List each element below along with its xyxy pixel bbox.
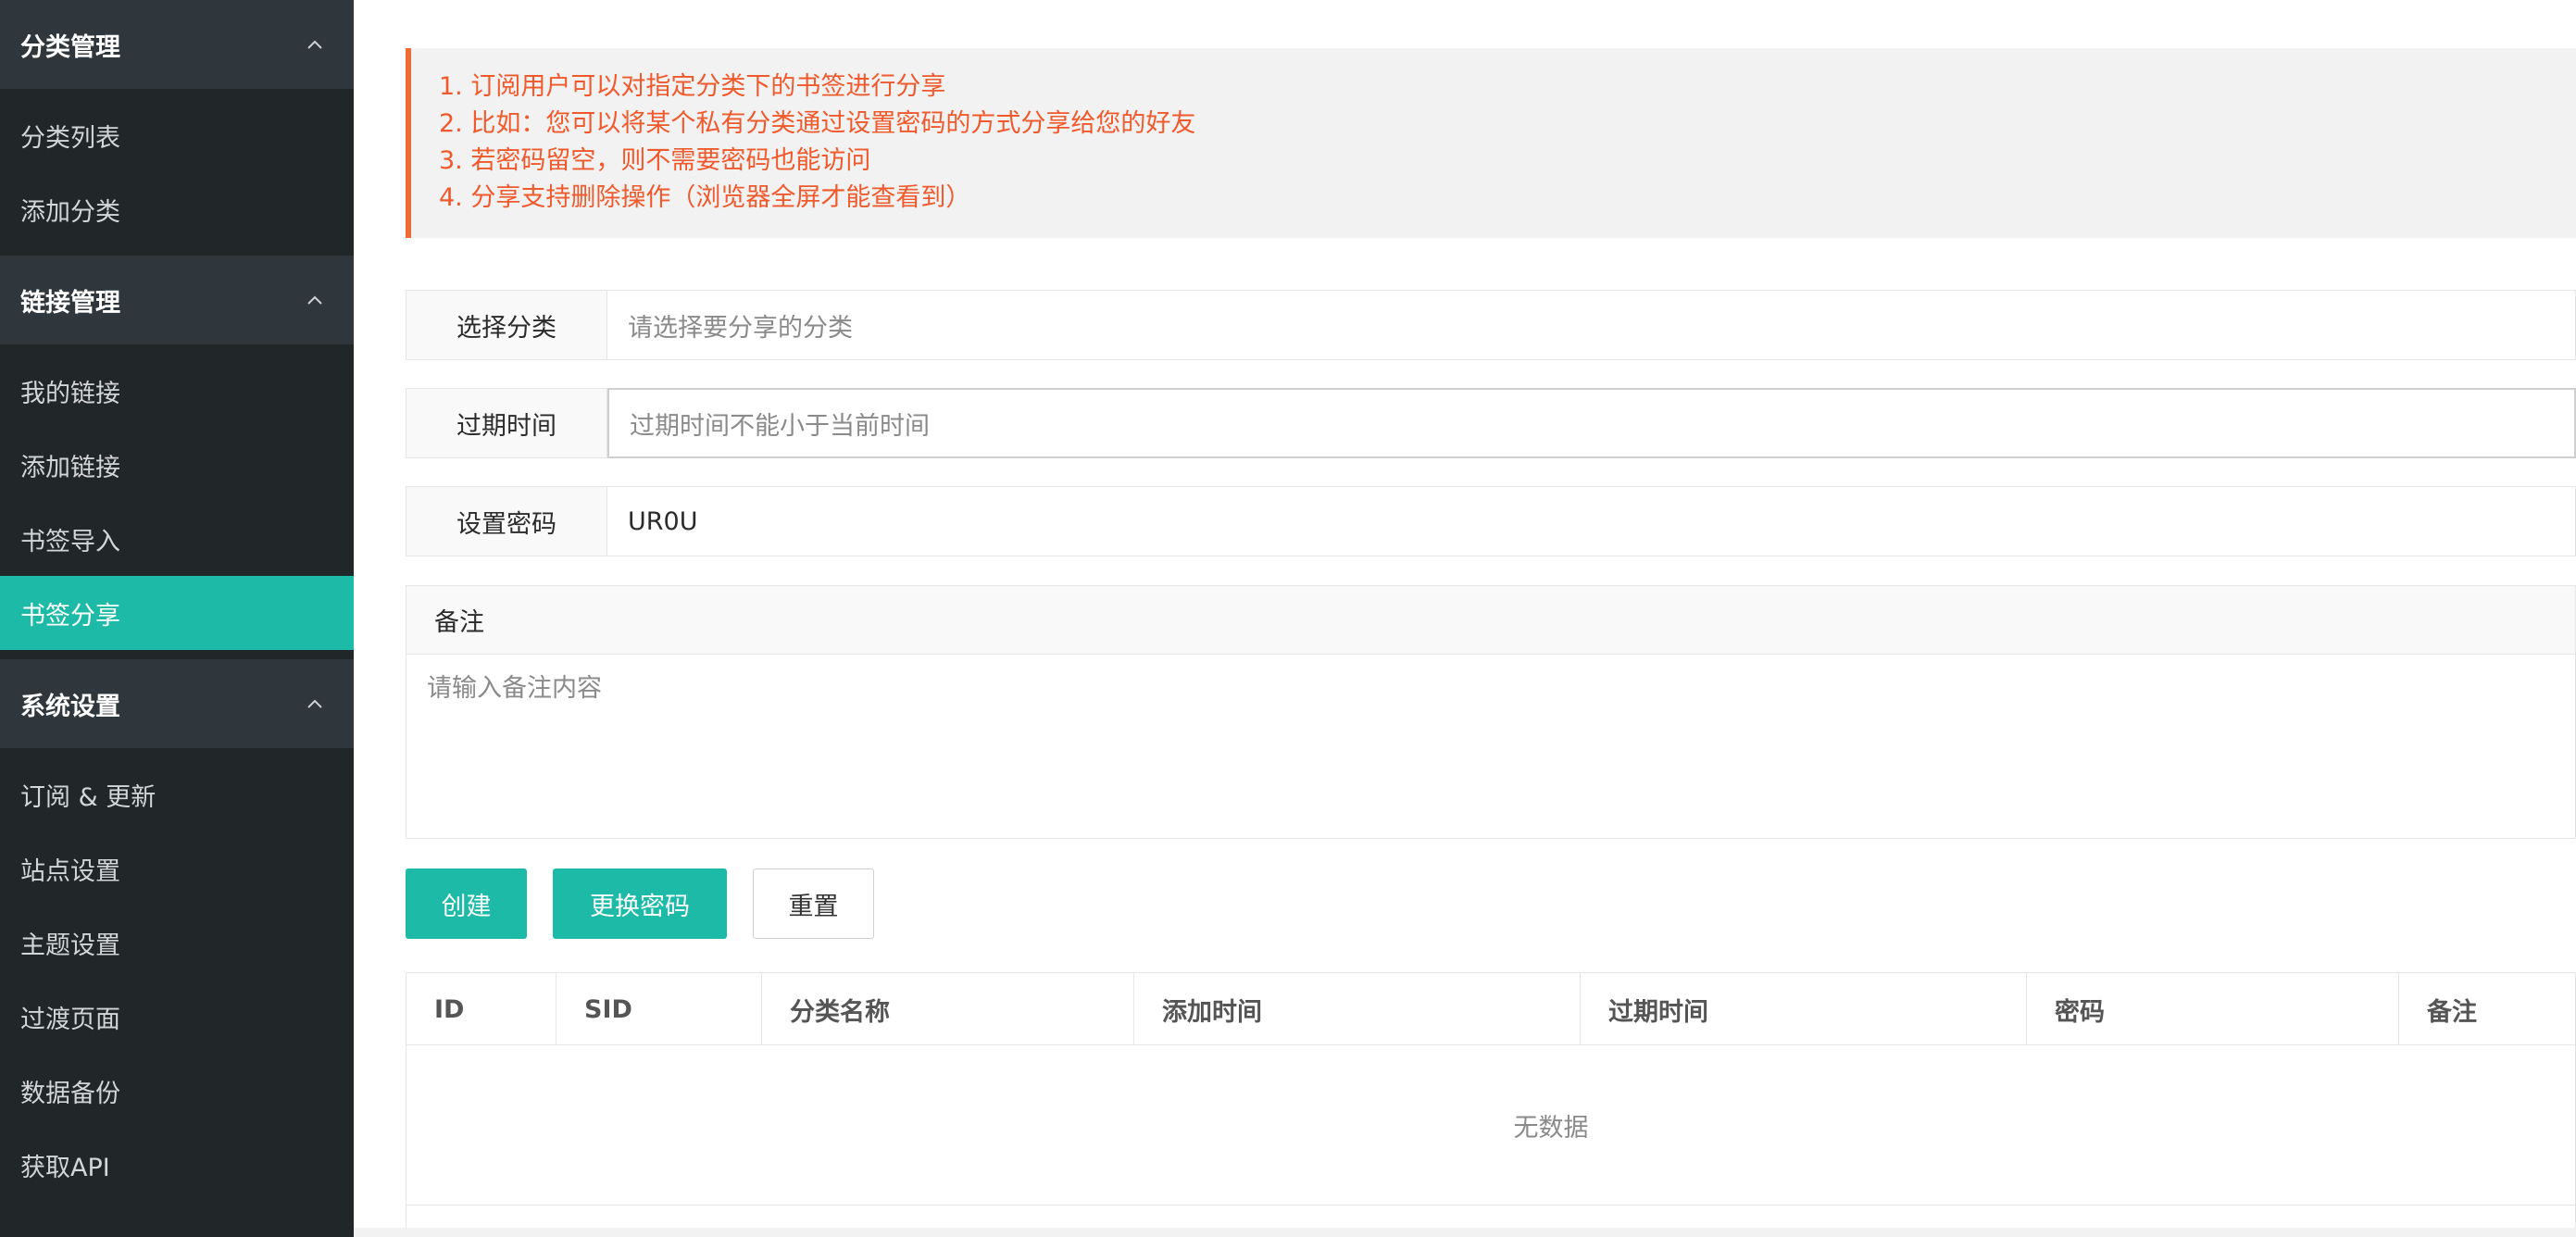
sidebar-group-title: 系统设置 [20,692,120,721]
column-header-sid: SID [556,973,762,1045]
sidebar-item-label: 我的链接 [20,379,120,408]
sidebar-item-site-settings[interactable]: 站点设置 [0,831,354,906]
sidebar-item-bookmark-share[interactable]: 书签分享 [0,576,354,650]
remark-label: 备注 [406,586,2575,655]
change-password-button[interactable]: 更换密码 [553,868,727,939]
create-button[interactable]: 创建 [406,868,527,939]
sidebar-item-get-api[interactable]: 获取API [0,1128,354,1202]
sidebar-item-transition-page[interactable]: 过渡页面 [0,980,354,1054]
table-header: ID SID 分类名称 添加时间 过期时间 密码 备注 [406,973,2575,1045]
sidebar-item-label: 订阅 & 更新 [20,782,156,812]
category-select[interactable]: 请选择要分享的分类 [607,290,2576,360]
sidebar-item-label: 过渡页面 [20,1005,120,1034]
sidebar-item-label: 主题设置 [20,931,120,960]
chevron-up-icon [306,35,324,54]
notice-line: 1. 订阅用户可以对指定分类下的书签进行分享 [439,72,946,101]
chevron-up-icon [306,694,324,713]
reset-button[interactable]: 重置 [753,868,874,939]
sidebar-item-label: 数据备份 [20,1079,120,1108]
category-label: 选择分类 [406,290,607,360]
sidebar-group-category-management[interactable]: 分类管理 [0,0,354,89]
sidebar-group-system-settings[interactable]: 系统设置 [0,659,354,748]
chevron-up-icon [306,291,324,309]
sidebar: 分类管理 分类列表 添加分类 链接管理 我的链接 添加链接 书签导入 书签分享 [0,0,354,1237]
password-label: 设置密码 [406,486,607,556]
expire-label: 过期时间 [406,388,607,458]
sidebar-item-add-category[interactable]: 添加分类 [0,172,354,246]
sidebar-item-bookmark-import[interactable]: 书签导入 [0,502,354,576]
sidebar-item-label: 获取API [20,1153,110,1182]
sidebar-group-title: 分类管理 [20,32,120,62]
sidebar-item-category-list[interactable]: 分类列表 [0,98,354,172]
column-header-add-time: 添加时间 [1134,973,1581,1045]
column-header-expire-time: 过期时间 [1581,973,2027,1045]
sidebar-item-data-backup[interactable]: 数据备份 [0,1054,354,1128]
remark-textarea[interactable]: 请输入备注内容 [406,655,2575,717]
password-row: 设置密码 UR0U [406,486,2576,556]
sidebar-group-title: 链接管理 [20,288,120,318]
share-notice: 1. 订阅用户可以对指定分类下的书签进行分享 2. 比如：您可以将某个私有分类通… [406,48,2576,238]
sidebar-item-my-links[interactable]: 我的链接 [0,354,354,428]
notice-line: 2. 比如：您可以将某个私有分类通过设置密码的方式分享给您的好友 [439,109,1196,138]
expire-input[interactable]: 过期时间不能小于当前时间 [607,388,2576,458]
password-input[interactable]: UR0U [607,486,2576,556]
sidebar-item-label: 书签分享 [20,601,120,631]
sidebar-item-label: 站点设置 [20,856,120,886]
sidebar-item-add-link[interactable]: 添加链接 [0,428,354,502]
main-content: 1. 订阅用户可以对指定分类下的书签进行分享 2. 比如：您可以将某个私有分类通… [354,0,2576,1237]
notice-line: 3. 若密码留空，则不需要密码也能访问 [439,146,871,175]
column-header-password: 密码 [2027,973,2399,1045]
category-row: 选择分类 请选择要分享的分类 [406,290,2576,360]
column-header-id: ID [406,973,556,1045]
sidebar-item-theme-settings[interactable]: 主题设置 [0,906,354,980]
share-table: ID SID 分类名称 添加时间 过期时间 密码 备注 无数据 [406,972,2576,1237]
sidebar-item-label: 分类列表 [20,123,120,153]
sidebar-item-subscribe-update[interactable]: 订阅 & 更新 [0,757,354,831]
action-buttons: 创建 更换密码 重置 [406,868,874,939]
notice-line: 4. 分享支持删除操作（浏览器全屏才能查看到） [439,183,971,212]
table-empty-state: 无数据 [1513,1113,1589,1143]
sidebar-item-label: 添加链接 [20,453,120,482]
sidebar-group-link-management[interactable]: 链接管理 [0,256,354,344]
column-header-category-name: 分类名称 [762,973,1134,1045]
page-bottom-strip [354,1228,2576,1237]
expire-row: 过期时间 过期时间不能小于当前时间 [406,388,2576,458]
remark-box: 备注 请输入备注内容 [406,585,2576,839]
sidebar-item-label: 书签导入 [20,527,120,556]
column-header-remark: 备注 [2427,997,2477,1027]
sidebar-item-label: 添加分类 [20,197,120,227]
